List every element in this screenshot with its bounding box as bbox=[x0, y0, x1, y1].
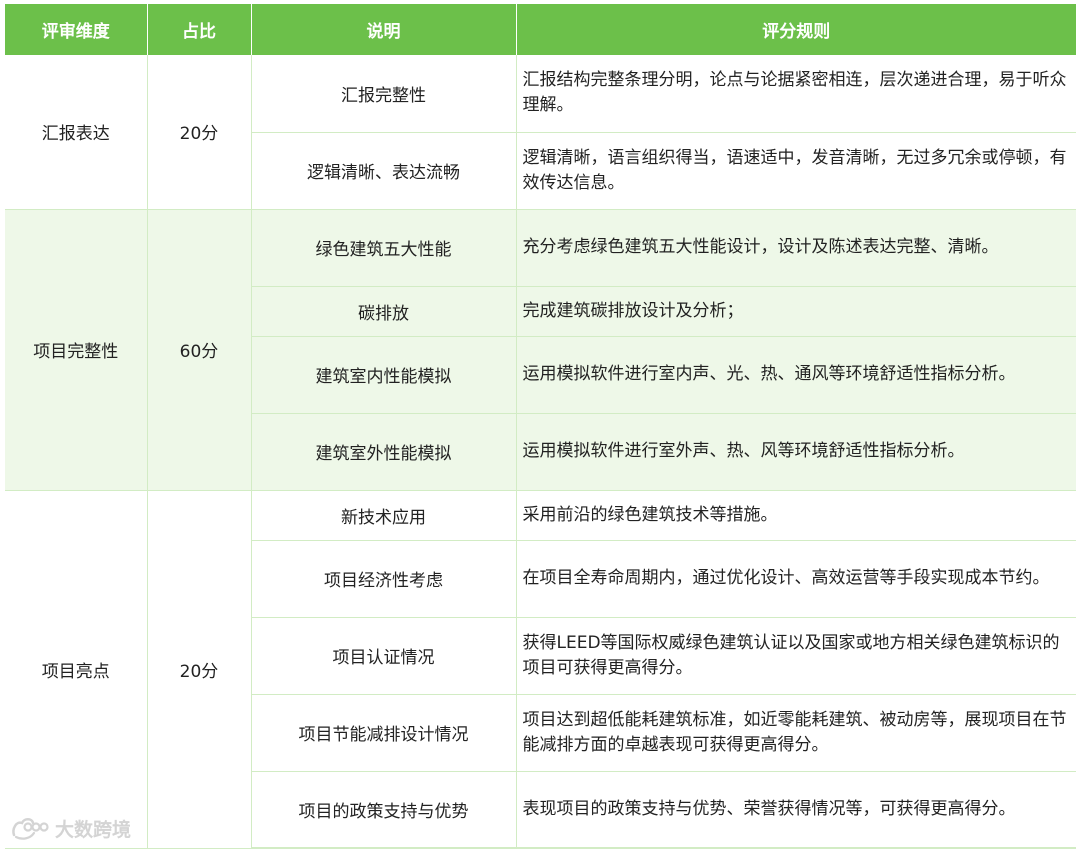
item-cell: 项目的政策支持与优势 bbox=[251, 771, 517, 849]
dimension-cell: 汇报表达 bbox=[5, 55, 148, 210]
header-weight: 占比 bbox=[147, 4, 252, 55]
weight-cell: 60分 bbox=[147, 209, 252, 491]
page: 评审维度 占比 说明 评分规则 汇报表达 20分 汇报完整性 汇报结构完整条理分… bbox=[0, 0, 1080, 850]
rule-cell: 项目达到超低能耗建筑标准，如近零能耗建筑、被动房等，展现项目在节能减排方面的卓越… bbox=[516, 694, 1076, 772]
item-cell: 碳排放 bbox=[251, 286, 517, 337]
dimension-cell: 项目完整性 bbox=[5, 209, 148, 491]
rule-cell: 完成建筑碳排放设计及分析； bbox=[516, 286, 1076, 337]
table-header-row: 评审维度 占比 说明 评分规则 bbox=[5, 4, 1076, 55]
rule-cell: 获得LEED等国际权威绿色建筑认证以及国家或地方相关绿色建筑标识的项目可获得更高… bbox=[516, 617, 1076, 695]
rule-cell: 运用模拟软件进行室外声、热、风等环境舒适性指标分析。 bbox=[516, 413, 1076, 491]
rule-cell: 在项目全寿命周期内，通过优化设计、高效运营等手段实现成本节约。 bbox=[516, 540, 1076, 618]
item-cell: 绿色建筑五大性能 bbox=[251, 209, 517, 287]
item-cell: 新技术应用 bbox=[251, 490, 517, 541]
rule-cell: 汇报结构完整条理分明，论点与论据紧密相连，层次递进合理，易于听众理解。 bbox=[516, 55, 1076, 133]
rule-cell: 运用模拟软件进行室内声、光、热、通风等环境舒适性指标分析。 bbox=[516, 336, 1076, 414]
watermark: 大数跨境 bbox=[10, 813, 131, 843]
table-row: 汇报表达 20分 汇报完整性 汇报结构完整条理分明，论点与论据紧密相连，层次递进… bbox=[5, 55, 1076, 210]
item-cell: 逻辑清晰、表达流畅 bbox=[251, 132, 517, 210]
header-description: 说明 bbox=[251, 4, 517, 55]
item-cell: 项目节能减排设计情况 bbox=[251, 694, 517, 772]
scoring-table: 评审维度 占比 说明 评分规则 汇报表达 20分 汇报完整性 汇报结构完整条理分… bbox=[5, 4, 1076, 849]
dimension-cell: 项目亮点 bbox=[5, 490, 148, 849]
item-cell: 汇报完整性 bbox=[251, 55, 517, 133]
table-row: 项目完整性 60分 绿色建筑五大性能 充分考虑绿色建筑五大性能设计，设计及陈述表… bbox=[5, 209, 1076, 491]
item-cell: 建筑室外性能模拟 bbox=[251, 413, 517, 491]
rule-cell: 充分考虑绿色建筑五大性能设计，设计及陈述表达完整、清晰。 bbox=[516, 209, 1076, 287]
rule-cell: 逻辑清晰，语言组织得当，语速适中，发音清晰，无过多冗余或停顿，有效传达信息。 bbox=[516, 132, 1076, 210]
header-scoring-rule: 评分规则 bbox=[516, 4, 1076, 55]
table-row: 项目亮点 20分 新技术应用 采用前沿的绿色建筑技术等措施。 bbox=[5, 490, 1076, 849]
header-dimension: 评审维度 bbox=[5, 4, 148, 55]
rule-cell: 表现项目的政策支持与优势、荣誉获得情况等，可获得更高得分。 bbox=[516, 771, 1076, 849]
weight-cell: 20分 bbox=[147, 490, 252, 849]
brand-logo-icon bbox=[12, 818, 49, 840]
item-cell: 项目认证情况 bbox=[251, 617, 517, 695]
weight-cell: 20分 bbox=[147, 55, 252, 210]
item-cell: 建筑室内性能模拟 bbox=[251, 336, 517, 414]
item-cell: 项目经济性考虑 bbox=[251, 540, 517, 618]
watermark-text: 大数跨境 bbox=[55, 818, 132, 841]
rule-cell: 采用前沿的绿色建筑技术等措施。 bbox=[516, 490, 1076, 541]
